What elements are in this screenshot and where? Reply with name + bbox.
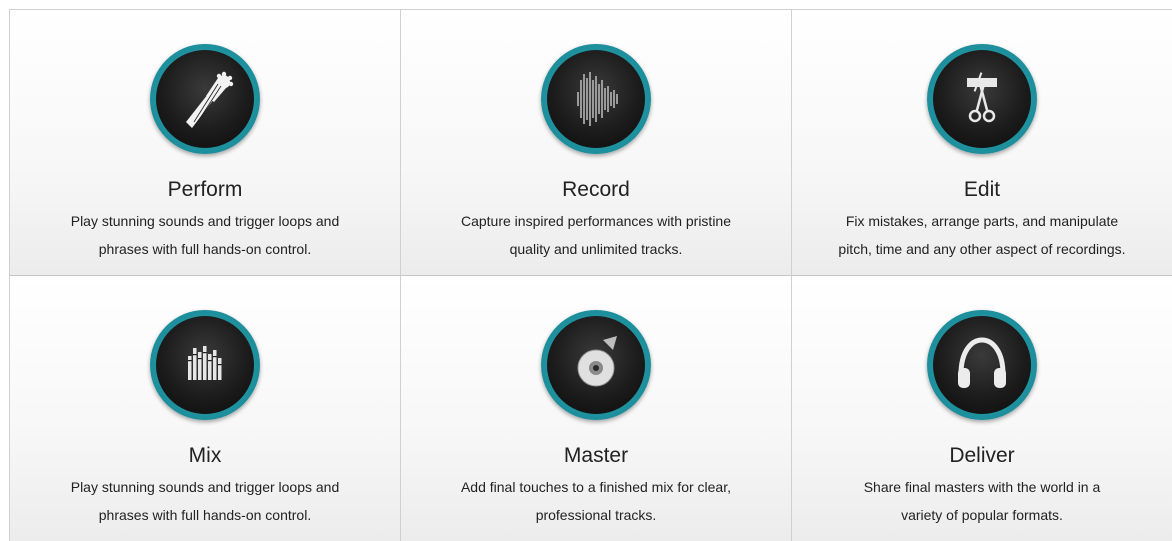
feature-title: Mix <box>188 444 222 467</box>
headphones-icon <box>958 337 1006 388</box>
feature-title: Edit <box>963 178 1001 201</box>
feature-icon-badge <box>927 310 1037 420</box>
equalizer-bars-icon <box>188 346 222 380</box>
feature-card-mix[interactable]: Mix Play stunning sounds and trigger loo… <box>9 275 400 541</box>
feature-title: Deliver <box>949 444 1015 467</box>
feature-grid: Perform Play stunning sounds and trigger… <box>9 9 1172 541</box>
feature-description: Play stunning sounds and trigger loops a… <box>70 213 340 257</box>
feature-description: Fix mistakes, arrange parts, and manipul… <box>838 213 1126 257</box>
disc-icon <box>577 336 617 387</box>
feature-icon-badge <box>541 310 651 420</box>
feature-card-edit[interactable]: Edit Fix mistakes, arrange parts, and ma… <box>791 9 1172 275</box>
feature-description: Share final masters with the world in a … <box>863 479 1101 523</box>
feature-description: Play stunning sounds and trigger loops a… <box>70 479 340 523</box>
feature-icon-badge <box>150 310 260 420</box>
feature-card-perform[interactable]: Perform Play stunning sounds and trigger… <box>9 9 400 275</box>
scissors-icon <box>967 72 997 123</box>
feature-card-deliver[interactable]: Deliver Share final masters with the wor… <box>791 275 1172 541</box>
waveform-icon <box>577 72 618 126</box>
feature-card-master[interactable]: Master Add final touches to a finished m… <box>400 275 791 541</box>
feature-description: Add final touches to a finished mix for … <box>460 479 732 523</box>
feature-icon-badge <box>150 44 260 154</box>
feature-icon-badge <box>927 44 1037 154</box>
feature-title: Perform <box>167 178 243 201</box>
feature-description: Capture inspired performances with prist… <box>460 213 731 257</box>
feature-title: Master <box>563 444 629 467</box>
guitar-headstock-icon <box>186 71 234 128</box>
feature-card-record[interactable]: Record Capture inspired performances wit… <box>400 9 791 275</box>
feature-title: Record <box>562 178 630 201</box>
feature-icon-badge <box>541 44 651 154</box>
